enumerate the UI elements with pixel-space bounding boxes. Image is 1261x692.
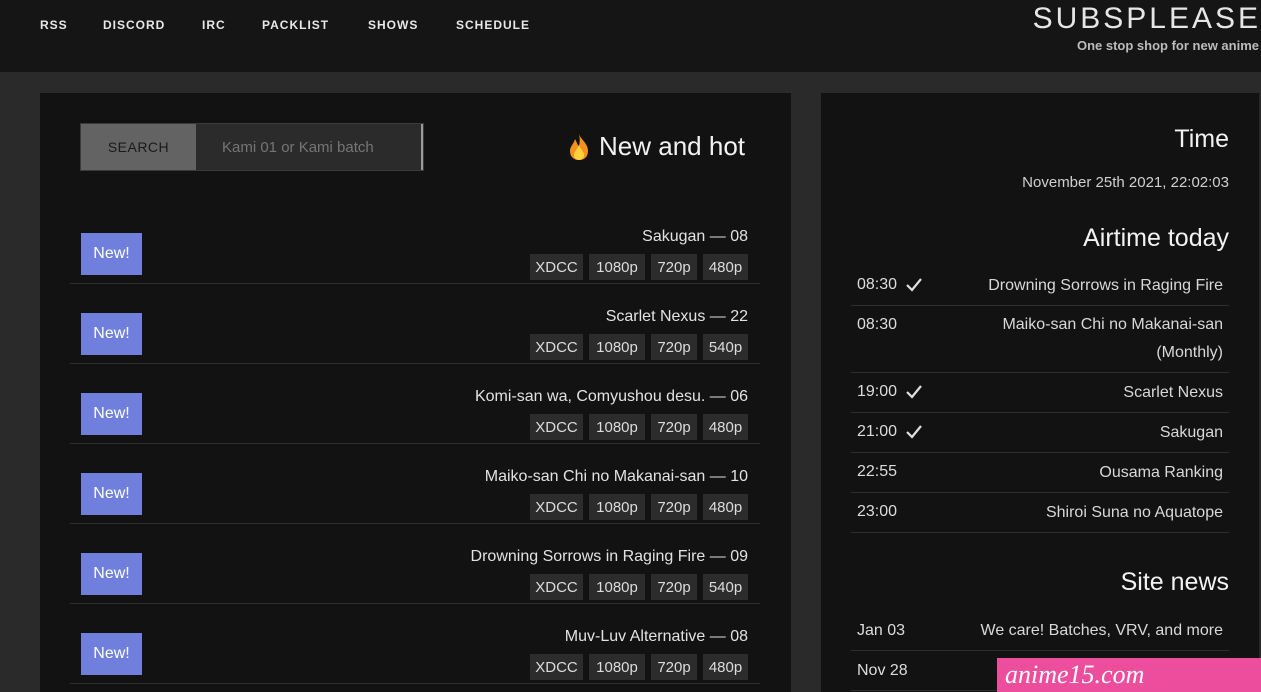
nav-schedule[interactable]: SCHEDULE [456, 18, 530, 32]
site-tagline: One stop shop for new anime [1076, 38, 1259, 53]
quality-links: 540p 720p 1080p XDCC [530, 574, 748, 600]
airtime-row: 21:00 Sakugan [851, 413, 1229, 453]
checkmark-icon [906, 385, 922, 399]
quality-480p-link[interactable]: 480p [703, 494, 748, 520]
xdcc-link[interactable]: XDCC [530, 414, 583, 440]
quality-720p-link[interactable]: 720p [651, 334, 697, 360]
airtime-row: 08:30 Drowning Sorrows in Raging Fire [851, 266, 1229, 306]
quality-links: 480p 720p 1080p XDCC [530, 494, 748, 520]
current-time: November 25th 2021, 22:02:03 [1022, 174, 1229, 191]
news-title[interactable]: We care! Batches, VRV, and more [981, 622, 1224, 640]
nav-packlist[interactable]: PACKLIST [262, 18, 329, 32]
fire-icon [570, 133, 589, 160]
airtime-row: 19:00 Scarlet Nexus [851, 373, 1229, 413]
watermark-logo: anime15.com [997, 658, 1261, 692]
airtime-time: 21:00 [857, 423, 923, 441]
page-title: New and hot [599, 131, 745, 161]
quality-720p-link[interactable]: 720p [651, 414, 697, 440]
xdcc-link[interactable]: XDCC [530, 654, 583, 680]
airtime-time: 22:55 [857, 463, 898, 480]
nav-irc[interactable]: IRC [202, 18, 226, 32]
site-logo[interactable]: SUBSPLEASE [1033, 2, 1261, 36]
airtime-time: 08:30 [857, 276, 923, 294]
quality-480p-link[interactable]: 480p [703, 254, 748, 280]
new-badge[interactable]: New! [81, 553, 142, 595]
news-row: Jan 03 We care! Batches, VRV, and more [851, 611, 1229, 651]
quality-720p-link[interactable]: 720p [651, 574, 697, 600]
quality-links: 540p 720p 1080p XDCC [530, 334, 748, 360]
news-date: Nov 28 [857, 662, 908, 679]
quality-1080p-link[interactable]: 1080p [589, 494, 645, 520]
quality-1080p-link[interactable]: 1080p [589, 334, 645, 360]
quality-480p-link[interactable]: 480p [703, 414, 748, 440]
airtime-row: 22:55 Ousama Ranking [851, 453, 1229, 493]
airtime-show-name[interactable]: Maiko-san Chi no Makanai-san (Monthly) [963, 311, 1223, 367]
release-row: New! Muv-Luv Alternative — 08 480p 720p … [70, 604, 760, 684]
quality-1080p-link[interactable]: 1080p [589, 654, 645, 680]
quality-1080p-link[interactable]: 1080p [589, 254, 645, 280]
xdcc-link[interactable]: XDCC [530, 574, 583, 600]
new-badge[interactable]: New! [81, 473, 142, 515]
sidebar-panel: Time November 25th 2021, 22:02:03 Airtim… [821, 93, 1259, 692]
airtime-row: 23:00 Shiroi Suna no Aquatope [851, 493, 1229, 533]
release-title[interactable]: Muv-Luv Alternative — 08 [565, 628, 748, 646]
release-title[interactable]: Maiko-san Chi no Makanai-san — 10 [485, 468, 748, 486]
release-row: New! Drowning Sorrows in Raging Fire — 0… [70, 524, 760, 604]
time-heading: Time [1174, 125, 1229, 153]
top-navbar: RSS DISCORD IRC PACKLIST SHOWS SCHEDULE … [0, 0, 1261, 72]
quality-links: 480p 720p 1080p XDCC [530, 414, 748, 440]
airtime-time: 23:00 [857, 503, 898, 520]
checkmark-icon [906, 425, 922, 439]
quality-1080p-link[interactable]: 1080p [589, 574, 645, 600]
new-and-hot-heading: New and hot [567, 131, 745, 162]
airtime-show-name[interactable]: Scarlet Nexus [1123, 379, 1223, 407]
quality-540p-link[interactable]: 540p [703, 574, 748, 600]
quality-720p-link[interactable]: 720p [651, 254, 697, 280]
airtime-show-name[interactable]: Shiroi Suna no Aquatope [1046, 499, 1223, 527]
release-title[interactable]: Sakugan — 08 [642, 228, 748, 246]
airtime-time: 19:00 [857, 383, 923, 401]
airtime-row: 08:30 Maiko-san Chi no Makanai-san (Mont… [851, 306, 1229, 373]
xdcc-link[interactable]: XDCC [530, 494, 583, 520]
new-badge[interactable]: New! [81, 233, 142, 275]
new-and-hot-panel: SEARCH New and hot New! Sakugan — 08 480… [40, 93, 791, 692]
quality-720p-link[interactable]: 720p [651, 494, 697, 520]
quality-540p-link[interactable]: 540p [703, 334, 748, 360]
quality-1080p-link[interactable]: 1080p [589, 414, 645, 440]
new-badge[interactable]: New! [81, 313, 142, 355]
nav-discord[interactable]: DISCORD [103, 18, 165, 32]
airtime-show-name[interactable]: Sakugan [1160, 419, 1223, 447]
news-date: Jan 03 [857, 622, 906, 639]
search-bar: SEARCH [80, 123, 424, 171]
release-row: New! Sakugan — 08 480p 720p 1080p XDCC [70, 204, 760, 284]
release-title[interactable]: Komi-san wa, Comyushou desu. — 06 [475, 388, 748, 406]
airtime-heading: Airtime today [1083, 224, 1229, 252]
quality-480p-link[interactable]: 480p [703, 654, 748, 680]
airtime-time: 08:30 [857, 316, 898, 333]
xdcc-link[interactable]: XDCC [530, 334, 583, 360]
site-news-heading: Site news [1120, 568, 1229, 596]
checkmark-icon [906, 278, 922, 292]
release-row: New! Scarlet Nexus — 22 540p 720p 1080p … [70, 284, 760, 364]
new-badge[interactable]: New! [81, 633, 142, 675]
search-button[interactable]: SEARCH [81, 124, 196, 170]
airtime-show-name[interactable]: Ousama Ranking [1099, 459, 1223, 487]
release-row: New! Komi-san wa, Comyushou desu. — 06 4… [70, 364, 760, 444]
nav-rss[interactable]: RSS [40, 18, 68, 32]
xdcc-link[interactable]: XDCC [530, 254, 583, 280]
release-title[interactable]: Scarlet Nexus — 22 [606, 308, 748, 326]
search-input[interactable] [196, 124, 423, 170]
quality-links: 480p 720p 1080p XDCC [530, 654, 748, 680]
quality-720p-link[interactable]: 720p [651, 654, 697, 680]
quality-links: 480p 720p 1080p XDCC [530, 254, 748, 280]
release-row: New! Maiko-san Chi no Makanai-san — 10 4… [70, 444, 760, 524]
nav-shows[interactable]: SHOWS [368, 18, 418, 32]
airtime-show-name[interactable]: Drowning Sorrows in Raging Fire [988, 272, 1223, 300]
new-badge[interactable]: New! [81, 393, 142, 435]
release-title[interactable]: Drowning Sorrows in Raging Fire — 09 [471, 548, 748, 566]
